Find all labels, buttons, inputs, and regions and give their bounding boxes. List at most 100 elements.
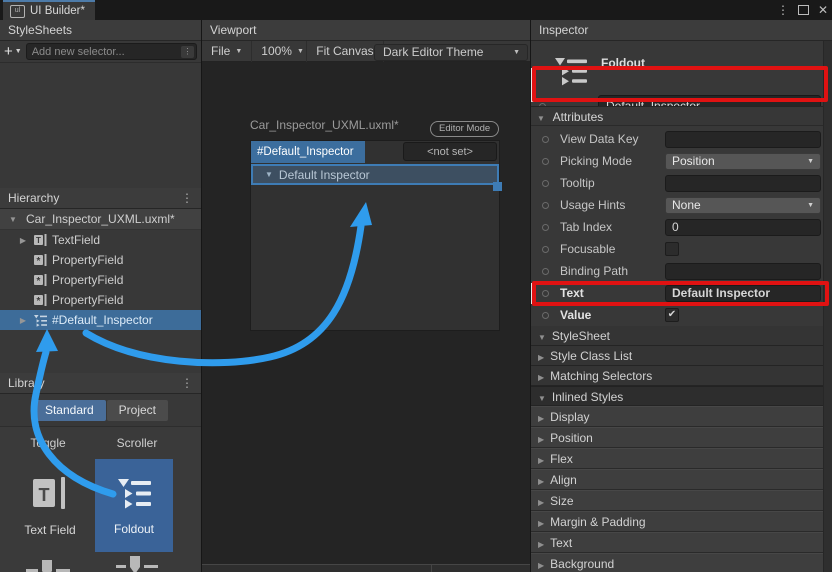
tooltip-input[interactable] [665, 175, 821, 192]
library-list: Toggle Scroller T Text Field Foldout [0, 426, 201, 572]
binding-path-input[interactable] [665, 263, 821, 280]
canvas-header-value[interactable]: <not set> [403, 142, 497, 161]
element-type-block: Foldout [531, 41, 824, 106]
zoom-dropdown[interactable]: 100% ▼ [252, 41, 307, 62]
viewport-canvas-area[interactable]: Car_Inspector_UXML.uxml* Editor Mode #De… [202, 62, 530, 565]
tab-title: UI Builder* [30, 5, 85, 17]
slider-int-icon[interactable] [116, 553, 160, 572]
library-tabs: Standard Project [0, 394, 201, 426]
propertyfield-icon: * [34, 254, 47, 266]
close-icon[interactable]: ✕ [818, 0, 828, 20]
hierarchy-item-propertyfield[interactable]: * PropertyField [0, 250, 201, 270]
viewport-panel: Viewport File ▼ 100% ▼ Fit Canvas Dark E… [202, 20, 530, 572]
file-menu-button[interactable]: File ▼ [202, 41, 252, 62]
section-display[interactable]: ▶Display [531, 406, 824, 427]
attributes-rows: View Data Key Picking Mode Position ▼ To… [531, 128, 824, 326]
slider-icon[interactable] [26, 557, 70, 572]
selector-options-icon[interactable]: ⋮ [181, 46, 194, 58]
hierarchy-item-propertyfield[interactable]: * PropertyField [0, 290, 201, 310]
binding-indicator-icon [542, 202, 549, 209]
attr-row-value: Value [531, 304, 824, 326]
section-inlined-styles[interactable]: ▼Inlined Styles [531, 386, 824, 406]
hierarchy-item-default-inspector[interactable]: ▶ #Default_Inspector [0, 310, 201, 330]
focusable-checkbox[interactable] [665, 242, 679, 256]
section-style-class-list[interactable]: ▶Style Class List [531, 346, 824, 366]
window-tab-bar: UI Builder* ⋮ ✕ [0, 0, 832, 21]
hierarchy-item-textfield[interactable]: ▶ T TextField [0, 230, 201, 250]
foldout-arrow-icon[interactable]: ▼ [265, 170, 273, 179]
section-stylesheet[interactable]: ▼StyleSheet [531, 326, 824, 346]
canvas-document[interactable]: #Default_Inspector <not set> ▼ Default I… [250, 140, 500, 331]
chevron-down-icon: ▼ [807, 202, 814, 209]
maximize-icon[interactable] [798, 5, 809, 15]
attr-row-focusable: Focusable [531, 238, 824, 260]
binding-indicator-icon [542, 312, 549, 319]
section-align[interactable]: ▶Align [531, 469, 824, 490]
propertyfield-icon: * [34, 274, 47, 286]
override-indicator [531, 283, 534, 304]
hierarchy-menu-icon[interactable]: ⋮ [181, 188, 193, 209]
attr-row-view-data-key: View Data Key [531, 128, 824, 150]
usage-hints-dropdown[interactable]: None ▼ [665, 197, 821, 214]
hierarchy-item-root[interactable]: ▼ Car_Inspector_UXML.uxml* [0, 209, 201, 230]
tab-standard[interactable]: Standard [33, 400, 106, 421]
resize-handle[interactable] [493, 182, 502, 191]
binding-indicator-icon [542, 158, 549, 165]
svg-text:*: * [37, 276, 41, 286]
attributes-section-header[interactable]: ▼ Attributes [531, 106, 824, 126]
textfield-icon: T [34, 234, 47, 246]
section-flex[interactable]: ▶Flex [531, 448, 824, 469]
viewport-header: Viewport [202, 20, 530, 41]
canvas-name-tab[interactable]: #Default_Inspector [251, 141, 365, 163]
foldout-icon [34, 314, 47, 327]
view-data-key-input[interactable] [665, 131, 821, 148]
section-size[interactable]: ▶Size [531, 490, 824, 511]
tab-index-input[interactable] [665, 219, 821, 236]
section-background[interactable]: ▶Background [531, 553, 824, 572]
svg-text:T: T [36, 236, 41, 245]
foldout-arrow-icon[interactable]: ▼ [8, 215, 18, 224]
window-menu-icon[interactable]: ⋮ [777, 0, 789, 20]
library-header: Library ⋮ [0, 373, 201, 394]
value-checkbox[interactable] [665, 308, 679, 322]
attr-row-text: Text [531, 282, 824, 304]
canvas-foldout-element[interactable]: ▼ Default Inspector [251, 164, 499, 185]
library-menu-icon[interactable]: ⋮ [181, 373, 193, 394]
hierarchy-item-propertyfield[interactable]: * PropertyField [0, 270, 201, 290]
svg-text:T: T [39, 485, 50, 505]
inspector-scrollbar[interactable] [823, 41, 832, 572]
stylesheets-header: StyleSheets [0, 20, 201, 41]
foldout-arrow-icon[interactable]: ▶ [18, 316, 28, 325]
viewport-toolbar: File ▼ 100% ▼ Fit Canvas Dark Editor The… [202, 41, 530, 62]
foldout-arrow-icon[interactable]: ▶ [18, 236, 28, 245]
attr-row-tab-index: Tab Index [531, 216, 824, 238]
section-matching-selectors[interactable]: ▶Matching Selectors [531, 366, 824, 386]
library-item-text-field[interactable]: T Text Field [8, 459, 92, 552]
picking-mode-dropdown[interactable]: Position ▼ [665, 153, 821, 170]
inspector-sections: ▼StyleSheet ▶Style Class List ▶Matching … [531, 326, 824, 572]
section-position[interactable]: ▶Position [531, 427, 824, 448]
override-indicator [531, 68, 534, 102]
inspector-panel: Inspector Foldout ▼ Attributes View Data… [531, 20, 832, 572]
binding-indicator-icon [542, 136, 549, 143]
add-selector-input[interactable] [26, 43, 197, 60]
ui-builder-window: UI Builder* ⋮ ✕ StyleSheets + ▼ ⋮ Hierar… [0, 0, 832, 572]
binding-indicator-icon [542, 224, 549, 231]
ui-builder-icon [10, 5, 25, 18]
theme-dropdown[interactable]: Dark Editor Theme ▼ [374, 44, 528, 61]
tab-project[interactable]: Project [107, 400, 168, 421]
library-item-scroller-label[interactable]: Scroller [92, 436, 182, 450]
library-item-toggle-label[interactable]: Toggle [3, 436, 93, 450]
hierarchy-tree: ▼ Car_Inspector_UXML.uxml* ▶ T TextField… [0, 209, 201, 330]
library-item-foldout[interactable]: Foldout [95, 459, 173, 552]
plus-icon: + [4, 44, 13, 59]
tab-ui-builder[interactable]: UI Builder* [3, 0, 95, 20]
fit-canvas-button[interactable]: Fit Canvas [307, 41, 383, 62]
text-attribute-input[interactable] [665, 285, 821, 302]
hierarchy-header: Hierarchy ⋮ [0, 188, 201, 209]
section-text[interactable]: ▶Text [531, 532, 824, 553]
chevron-down-icon: ▼ [513, 49, 520, 56]
panel-divider[interactable] [201, 20, 202, 572]
section-margin-padding[interactable]: ▶Margin & Padding [531, 511, 824, 532]
add-selector-button[interactable]: + ▼ [4, 44, 22, 59]
